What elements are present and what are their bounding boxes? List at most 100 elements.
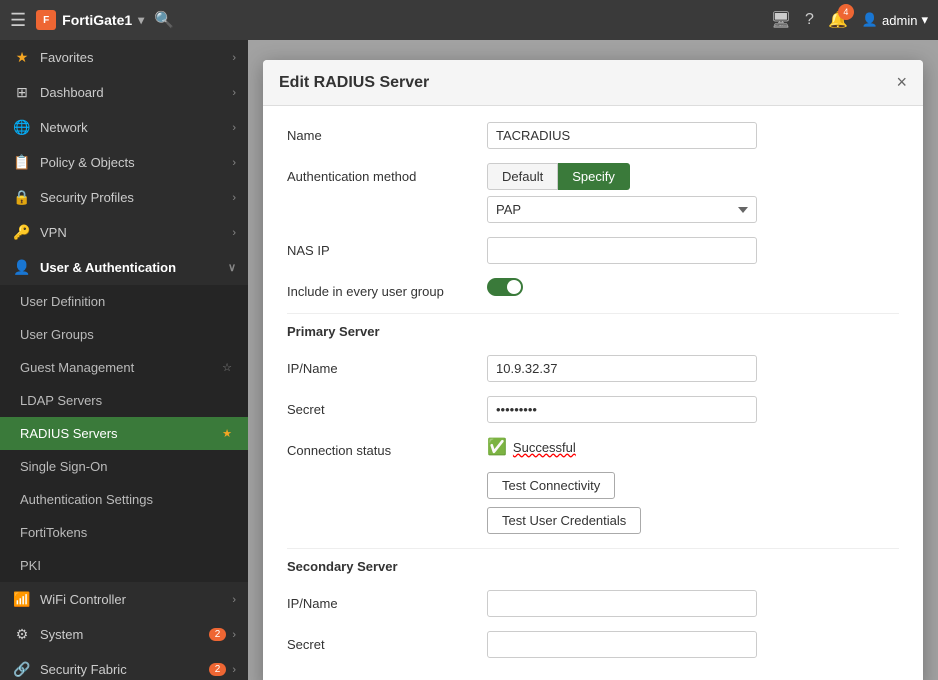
- chevron-icon: ›: [232, 664, 236, 676]
- include-group-control: [487, 278, 899, 299]
- sidebar-item-security-fabric[interactable]: 🔗 Security Fabric 2 ›: [0, 652, 248, 680]
- sidebar-item-network[interactable]: 🌐 Network ›: [0, 110, 248, 145]
- sidebar-item-single-sign-on[interactable]: Single Sign-On: [0, 450, 248, 483]
- topbar: ☰ F FortiGate1 ▾ 🔍 🖥 ? 🔔 4 👤 admin ▾: [0, 0, 938, 40]
- sidebar-item-label: User & Authentication: [40, 260, 228, 275]
- edit-radius-modal: Edit RADIUS Server × Name Authentication: [263, 60, 923, 680]
- admin-menu[interactable]: 👤 admin ▾: [862, 12, 928, 28]
- chevron-icon: ›: [232, 629, 236, 641]
- brand: F FortiGate1 ▾: [36, 10, 144, 30]
- test-buttons-control: Test Connectivity Test User Credentials: [487, 472, 899, 534]
- search-icon[interactable]: 🔍: [154, 10, 174, 30]
- security-fabric-icon: 🔗: [12, 661, 32, 678]
- sidebar-item-label: Network: [40, 120, 232, 135]
- sidebar-item-pki[interactable]: PKI: [0, 549, 248, 582]
- sidebar-item-label: User Definition: [20, 294, 236, 309]
- user-auth-icon: 👤: [12, 259, 32, 276]
- security-profiles-icon: 🔒: [12, 189, 32, 206]
- primary-ip-input[interactable]: [487, 355, 757, 382]
- pap-select[interactable]: PAP CHAP MS-CHAP MS-CHAPv2: [487, 196, 757, 223]
- modal-body: Name Authentication method Default Speci…: [263, 106, 923, 680]
- star-icon: ☆: [222, 361, 232, 374]
- sidebar-item-favorites[interactable]: ★ Favorites ›: [0, 40, 248, 75]
- sidebar-item-ldap-servers[interactable]: LDAP Servers: [0, 384, 248, 417]
- modal-header: Edit RADIUS Server ×: [263, 60, 923, 106]
- auth-method-row: Authentication method Default Specify PA…: [287, 163, 899, 223]
- name-control: [487, 122, 899, 149]
- sidebar-item-dashboard[interactable]: ⊞ Dashboard ›: [0, 75, 248, 110]
- secondary-ip-control: [487, 590, 899, 617]
- secondary-secret-label: Secret: [287, 631, 487, 652]
- secondary-ip-input[interactable]: [487, 590, 757, 617]
- sidebar-item-radius-servers[interactable]: RADIUS Servers ★: [0, 417, 248, 450]
- terminal-icon[interactable]: 🖥: [771, 10, 791, 30]
- sidebar-item-user-definition[interactable]: User Definition: [0, 285, 248, 318]
- secondary-secret-row: Secret: [287, 631, 899, 658]
- nas-ip-control: [487, 237, 899, 264]
- sidebar-item-guest-management[interactable]: Guest Management ☆: [0, 351, 248, 384]
- test-buttons-row: Test Connectivity Test User Credentials: [287, 472, 899, 534]
- secret-input[interactable]: [487, 396, 757, 423]
- sidebar-item-system[interactable]: ⚙ System 2 ›: [0, 617, 248, 652]
- policy-icon: 📋: [12, 154, 32, 171]
- brand-logo: F: [36, 10, 56, 30]
- sidebar-item-user-groups[interactable]: User Groups: [0, 318, 248, 351]
- connection-status-row: Connection status ✅ Successful: [287, 437, 899, 458]
- name-label: Name: [287, 122, 487, 143]
- auth-specify-button[interactable]: Specify: [558, 163, 630, 190]
- connection-status-control: ✅ Successful: [487, 437, 899, 457]
- secondary-secret-control: [487, 631, 899, 658]
- topbar-icons: 🖥 ? 🔔 4 👤 admin ▾: [771, 10, 928, 30]
- sidebar-item-label: Single Sign-On: [20, 459, 236, 474]
- brand-name: FortiGate1: [62, 12, 132, 28]
- name-input[interactable]: [487, 122, 757, 149]
- primary-ip-row: IP/Name: [287, 355, 899, 382]
- sidebar-item-policy-objects[interactable]: 📋 Policy & Objects ›: [0, 145, 248, 180]
- secondary-secret-input[interactable]: [487, 631, 757, 658]
- nas-ip-input[interactable]: [487, 237, 757, 264]
- sidebar-item-label: Security Fabric: [40, 662, 209, 677]
- nas-ip-row: NAS IP: [287, 237, 899, 264]
- wifi-icon: 📶: [12, 591, 32, 608]
- network-icon: 🌐: [12, 119, 32, 136]
- connection-status-display: ✅ Successful: [487, 437, 899, 457]
- modal-close-button[interactable]: ×: [896, 72, 907, 93]
- auth-default-button[interactable]: Default: [487, 163, 558, 190]
- sidebar-item-wifi-controller[interactable]: 📶 WiFi Controller ›: [0, 582, 248, 617]
- sidebar-item-label: Dashboard: [40, 85, 232, 100]
- sidebar-item-label: RADIUS Servers: [20, 426, 222, 441]
- include-group-label: Include in every user group: [287, 278, 487, 299]
- system-badge: 2: [209, 628, 227, 641]
- brand-chevron-icon[interactable]: ▾: [138, 13, 144, 27]
- sidebar-item-label: VPN: [40, 225, 232, 240]
- sidebar-item-label: PKI: [20, 558, 236, 573]
- sidebar-item-fortitokens[interactable]: FortiTokens: [0, 516, 248, 549]
- notifications-icon[interactable]: 🔔 4: [828, 10, 848, 30]
- sidebar-submenu-user-auth: User Definition User Groups Guest Manage…: [0, 285, 248, 582]
- include-group-row: Include in every user group: [287, 278, 899, 299]
- test-user-credentials-button[interactable]: Test User Credentials: [487, 507, 641, 534]
- sidebar-item-security-profiles[interactable]: 🔒 Security Profiles ›: [0, 180, 248, 215]
- admin-label: admin: [882, 13, 917, 28]
- secondary-ip-row: IP/Name: [287, 590, 899, 617]
- sidebar-item-user-auth[interactable]: 👤 User & Authentication ∨: [0, 250, 248, 285]
- sidebar-item-label: Favorites: [40, 50, 232, 65]
- sidebar-item-label: Policy & Objects: [40, 155, 232, 170]
- help-icon[interactable]: ?: [805, 11, 814, 29]
- include-group-toggle[interactable]: [487, 278, 523, 296]
- chevron-icon: ›: [232, 157, 236, 169]
- auth-method-label: Authentication method: [287, 163, 487, 184]
- chevron-icon: ›: [232, 87, 236, 99]
- connection-status-label: Connection status: [287, 437, 487, 458]
- system-icon: ⚙: [12, 626, 32, 643]
- hamburger-icon[interactable]: ☰: [10, 10, 26, 31]
- admin-chevron-icon: ▾: [921, 12, 928, 28]
- status-success-icon: ✅: [487, 437, 507, 457]
- secret-row: Secret: [287, 396, 899, 423]
- sidebar-item-label: Guest Management: [20, 360, 222, 375]
- modal-title: Edit RADIUS Server: [279, 74, 429, 92]
- sidebar-item-auth-settings[interactable]: Authentication Settings: [0, 483, 248, 516]
- dashboard-icon: ⊞: [12, 84, 32, 101]
- test-connectivity-button[interactable]: Test Connectivity: [487, 472, 615, 499]
- sidebar-item-vpn[interactable]: 🔑 VPN ›: [0, 215, 248, 250]
